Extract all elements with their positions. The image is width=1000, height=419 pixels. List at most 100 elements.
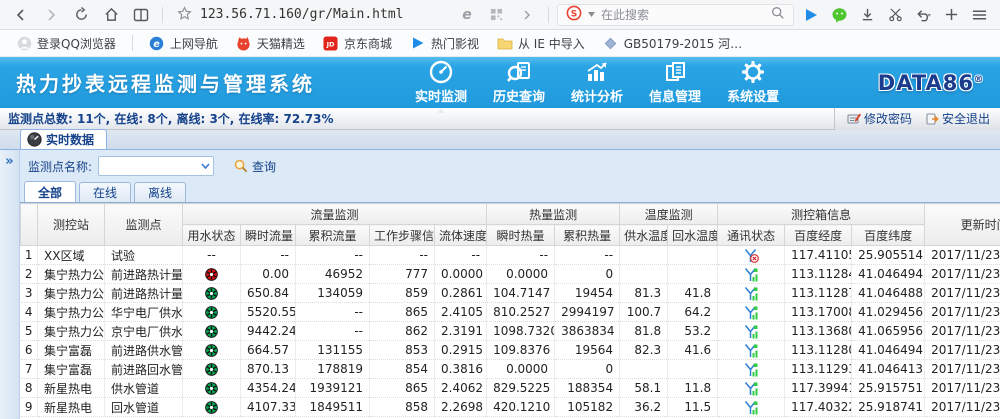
- subtab-offline[interactable]: 离线: [134, 182, 186, 202]
- cell-velocity: 0.3816: [435, 360, 487, 379]
- bookmark-gb50179[interactable]: GB50179-2015 河…: [597, 33, 748, 54]
- bookmark-label: 登录QQ浏览器: [37, 35, 116, 52]
- bookmark-tmall[interactable]: 天猫精选: [230, 33, 311, 54]
- fan-status-icon: [205, 363, 218, 376]
- table-row[interactable]: 2集宁热力公司前进路热计量回水0.00469527770.00000.00000…: [21, 265, 1000, 284]
- table-row[interactable]: 6集宁富磊前进路供水管道664.571311558530.2915109.837…: [21, 341, 1000, 360]
- table-row[interactable]: 9新星热电回水管道4107.3318495118582.2698420.1210…: [21, 398, 1000, 417]
- cell-cum-flow: 134059: [296, 284, 370, 303]
- refresh-icon[interactable]: [68, 3, 94, 27]
- bookmark-jd[interactable]: JD 京东商城: [317, 33, 398, 54]
- cell-lng: 117.399412: [785, 379, 852, 398]
- home-icon[interactable]: [98, 3, 124, 27]
- subtab-online[interactable]: 在线: [79, 182, 131, 202]
- col-comm-status[interactable]: 通讯状态: [718, 225, 785, 246]
- nav-system-settings[interactable]: 系统设置: [727, 59, 779, 107]
- address-bar[interactable]: 123.56.71.160/gr/Main.html: [171, 6, 450, 24]
- search-box[interactable]: S 在此搜索: [557, 4, 794, 26]
- download-icon[interactable]: [854, 3, 880, 27]
- change-password-button[interactable]: 修改密码: [841, 108, 918, 129]
- col-inst-flow[interactable]: 瞬时流量: [241, 225, 296, 246]
- cell-velocity: 2.2698: [435, 398, 487, 417]
- col-lng[interactable]: 百度经度: [785, 225, 852, 246]
- col-return-temp[interactable]: 回水温度: [668, 225, 718, 246]
- comm-online-icon: [743, 362, 759, 377]
- cell-lat: 41.046494: [852, 341, 925, 360]
- cell-station: 集宁热力公司: [38, 322, 105, 341]
- cell-lng: 113.112842: [785, 265, 852, 284]
- col-station[interactable]: 测控站: [38, 204, 105, 246]
- bookmark-qq-login[interactable]: 登录QQ浏览器: [10, 33, 122, 54]
- col-signal[interactable]: 工作步骤信号质: [370, 225, 435, 246]
- col-supply-temp[interactable]: 供水温度: [620, 225, 668, 246]
- col-lat[interactable]: 百度纬度: [852, 225, 925, 246]
- col-cum-flow[interactable]: 累积流量: [296, 225, 370, 246]
- nav-realtime-monitor[interactable]: 实时监测: [415, 59, 467, 107]
- toolbar-right-icons: [798, 3, 992, 27]
- table-row[interactable]: 5集宁热力公司京宁电厂供水主管9442.24--8622.31911098.73…: [21, 322, 1000, 341]
- cell-velocity: 2.4105: [435, 303, 487, 322]
- back-icon[interactable]: [8, 3, 34, 27]
- table-row[interactable]: 4集宁热力公司华宁电厂供水主管5520.55--8652.4105810.252…: [21, 303, 1000, 322]
- video-icon[interactable]: [798, 3, 824, 27]
- app-banner: 热力抄表远程监测与管理系统 实时监测 历史查询 统计分析 信息管理 系统设置 D…: [0, 57, 1000, 108]
- search-placeholder[interactable]: 在此搜索: [601, 6, 649, 23]
- table-row[interactable]: 7集宁富磊前进路回水管道870.131788198540.38160.00000…: [21, 360, 1000, 379]
- scissors-icon[interactable]: [882, 3, 908, 27]
- query-button-label: 查询: [252, 158, 276, 175]
- monitor-point-combobox[interactable]: [98, 156, 214, 176]
- nav-history-query[interactable]: 历史查询: [493, 59, 545, 107]
- col-point[interactable]: 监测点: [105, 204, 183, 246]
- star-icon[interactable]: [177, 6, 192, 24]
- cell-station: 集宁富磊: [38, 360, 105, 379]
- bookmark-ie-import[interactable]: 从 IE 中导入: [491, 33, 591, 54]
- forward-icon[interactable]: [38, 3, 64, 27]
- cell-point: 华宁电厂供水主管: [105, 303, 183, 322]
- cell-point: 前进路供水管道: [105, 341, 183, 360]
- url-text[interactable]: 123.56.71.160/gr/Main.html: [200, 7, 404, 22]
- col-velocity[interactable]: 流体速度: [435, 225, 487, 246]
- chevron-down-icon[interactable]: [197, 157, 213, 175]
- cell-inst-heat: 104.7147: [487, 284, 555, 303]
- collapsed-side-panel[interactable]: »: [0, 150, 20, 419]
- logout-button[interactable]: 安全退出: [920, 108, 996, 129]
- search-icon[interactable]: [771, 6, 785, 23]
- monitor-point-input[interactable]: [99, 158, 197, 174]
- cell-cum-flow: --: [296, 303, 370, 322]
- expand-panel-icon[interactable]: »: [5, 156, 13, 419]
- tabs-icon[interactable]: [128, 3, 154, 27]
- cell-updated: 2017/11/23 17:2: [925, 322, 1000, 341]
- table-row[interactable]: 1XX区域试验--------------117.41105425.905514…: [21, 246, 1000, 265]
- col-cum-heat[interactable]: 累积热量: [555, 225, 620, 246]
- bookmark-video[interactable]: 热门影视: [404, 33, 485, 54]
- sogou-icon[interactable]: S: [566, 5, 582, 24]
- monitor-table: 测控站 监测点 流量监测 热量监测 温度监测 测控箱信息 更新时间 用水状态 瞬…: [20, 203, 1000, 417]
- nav-info-management[interactable]: 信息管理: [649, 59, 701, 107]
- cell-rownum: 5: [21, 322, 38, 341]
- subtab-all[interactable]: 全部: [24, 181, 76, 202]
- tmall-cat-icon: [236, 35, 252, 51]
- menu-icon[interactable]: [966, 3, 992, 27]
- col-updated[interactable]: 更新时间: [925, 204, 1000, 246]
- expand-icon[interactable]: [514, 3, 540, 27]
- new-tab-icon[interactable]: [938, 3, 964, 27]
- col-water-status[interactable]: 用水状态: [183, 225, 241, 246]
- tab-realtime-data[interactable]: 实时数据: [20, 129, 107, 149]
- cell-lat: 41.029456: [852, 303, 925, 322]
- query-button[interactable]: 查询: [234, 158, 276, 175]
- table-row[interactable]: 8新星热电供水管道4354.2419391218652.4062829.5225…: [21, 379, 1000, 398]
- cell-cum-heat: 3863834: [555, 322, 620, 341]
- undo-icon[interactable]: [910, 3, 936, 27]
- cell-cum-flow: 46952: [296, 265, 370, 284]
- table-row[interactable]: 3集宁热力公司前进路热计量供水650.841340598590.2861104.…: [21, 284, 1000, 303]
- bookmark-nav[interactable]: e 上网导航: [143, 33, 224, 54]
- ie-icon[interactable]: e: [454, 3, 480, 27]
- jd-icon: JD: [323, 35, 339, 51]
- dropdown-caret-icon[interactable]: [588, 12, 595, 17]
- qrcode-icon[interactable]: [484, 3, 510, 27]
- nav-statistics[interactable]: 统计分析: [571, 59, 623, 107]
- wechat-icon[interactable]: [826, 3, 852, 27]
- col-inst-heat[interactable]: 瞬时热量: [487, 225, 555, 246]
- group-temp-monitor: 温度监测: [620, 204, 718, 225]
- logout-label: 安全退出: [942, 110, 990, 127]
